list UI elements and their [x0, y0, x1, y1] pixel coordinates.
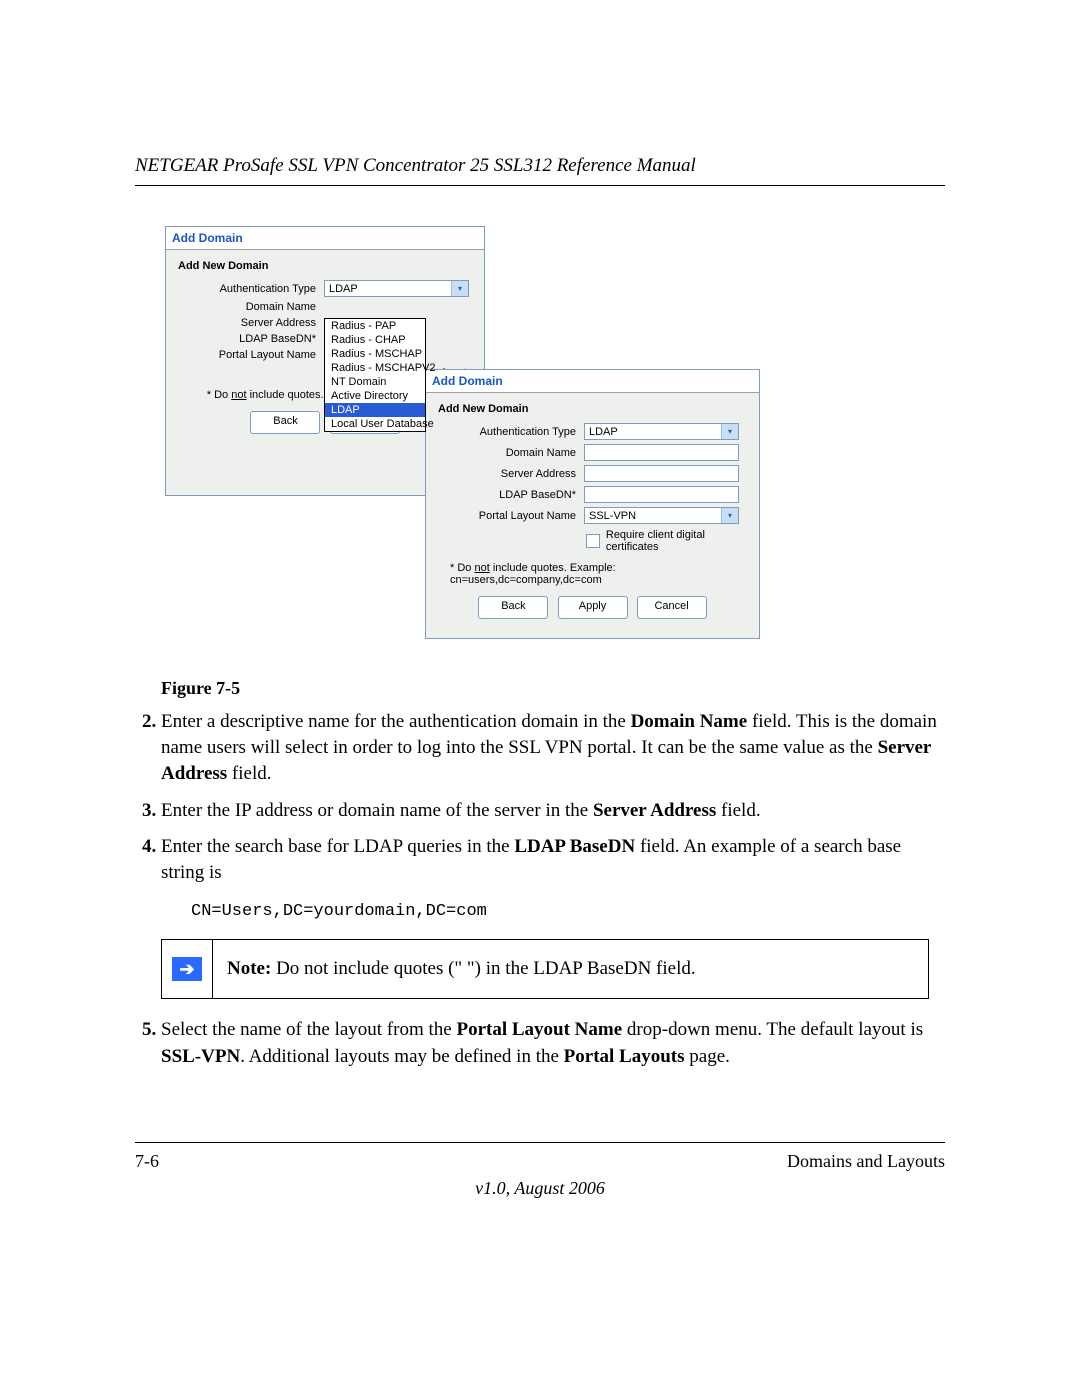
- note-text: Note: Do not include quotes (" ") in the…: [213, 940, 710, 998]
- dropdown-option-selected[interactable]: LDAP: [325, 403, 425, 417]
- chevron-down-icon: ▾: [721, 508, 738, 523]
- header-rule: [135, 185, 945, 186]
- domain-name-label: Domain Name: [426, 447, 584, 459]
- footer-rule: [135, 1142, 945, 1143]
- server-address-label: Server Address: [166, 317, 324, 329]
- auth-type-select[interactable]: LDAP ▾: [324, 280, 469, 297]
- auth-type-value: LDAP: [589, 426, 618, 438]
- chevron-down-icon: ▾: [721, 424, 738, 439]
- back-button[interactable]: Back: [478, 596, 548, 619]
- ldap-basedn-label: LDAP BaseDN*: [166, 333, 324, 345]
- chevron-down-icon: ▾: [451, 281, 468, 296]
- dropdown-option[interactable]: Radius - PAP: [325, 319, 425, 333]
- dropdown-option[interactable]: NT Domain: [325, 375, 425, 389]
- arrow-right-icon: ➔: [172, 957, 202, 981]
- add-domain-panel-b: Add Domain Add New Domain Authentication…: [425, 369, 760, 639]
- section-name: Domains and Layouts: [787, 1151, 945, 1172]
- auth-type-dropdown[interactable]: Radius - PAP Radius - CHAP Radius - MSCH…: [324, 318, 426, 432]
- dropdown-option[interactable]: Radius - MSCHAP: [325, 347, 425, 361]
- dropdown-option[interactable]: Local User Database: [325, 417, 425, 431]
- version-line: v1.0, August 2006: [135, 1178, 945, 1199]
- apply-button[interactable]: Apply: [558, 596, 628, 619]
- dropdown-option[interactable]: Radius - CHAP: [325, 333, 425, 347]
- hint-text: * Do not include quotes. Example: cn=use…: [426, 556, 759, 596]
- server-address-label: Server Address: [426, 468, 584, 480]
- auth-type-value: LDAP: [329, 283, 358, 295]
- code-example: CN=Users,DC=yourdomain,DC=com: [191, 902, 945, 921]
- domain-name-input[interactable]: [584, 444, 739, 461]
- panel-subtitle: Add New Domain: [426, 393, 759, 421]
- back-button[interactable]: Back: [250, 411, 320, 434]
- panel-subtitle: Add New Domain: [166, 250, 484, 278]
- instruction-list: Enter a descriptive name for the authent…: [135, 709, 945, 886]
- dropdown-option[interactable]: Active Directory: [325, 389, 425, 403]
- server-address-input[interactable]: [584, 465, 739, 482]
- step-3: Enter the IP address or domain name of t…: [161, 798, 945, 824]
- step-2: Enter a descriptive name for the authent…: [161, 709, 945, 788]
- require-cert-checkbox[interactable]: [586, 534, 600, 548]
- portal-layout-label: Portal Layout Name: [426, 510, 584, 522]
- panel-title: Add Domain: [426, 370, 759, 393]
- instruction-list: Select the name of the layout from the P…: [135, 1017, 945, 1069]
- figure-caption: Figure 7-5: [161, 678, 945, 699]
- portal-layout-select[interactable]: SSL-VPN ▾: [584, 507, 739, 524]
- portal-layout-value: SSL-VPN: [589, 510, 636, 522]
- auth-type-label: Authentication Type: [166, 283, 324, 295]
- note-box: ➔ Note: Do not include quotes (" ") in t…: [161, 939, 929, 999]
- require-cert-label: Require client digital certificates: [606, 529, 759, 553]
- page-footer: 7-6 Domains and Layouts: [135, 1151, 945, 1172]
- cancel-button[interactable]: Cancel: [637, 596, 707, 619]
- ldap-basedn-label: LDAP BaseDN*: [426, 489, 584, 501]
- auth-type-select[interactable]: LDAP ▾: [584, 423, 739, 440]
- auth-type-label: Authentication Type: [426, 426, 584, 438]
- domain-name-label: Domain Name: [166, 301, 324, 313]
- page-number: 7-6: [135, 1151, 159, 1172]
- ldap-basedn-input[interactable]: [584, 486, 739, 503]
- step-5: Select the name of the layout from the P…: [161, 1017, 945, 1069]
- dropdown-option[interactable]: Radius - MSCHAPV2: [325, 361, 425, 375]
- page-header: NETGEAR ProSafe SSL VPN Concentrator 25 …: [135, 155, 945, 177]
- portal-layout-label: Portal Layout Name: [166, 349, 324, 361]
- step-4: Enter the search base for LDAP queries i…: [161, 834, 945, 886]
- panel-title: Add Domain: [166, 227, 484, 250]
- figure-screenshot: Add Domain Add New Domain Authentication…: [135, 226, 945, 646]
